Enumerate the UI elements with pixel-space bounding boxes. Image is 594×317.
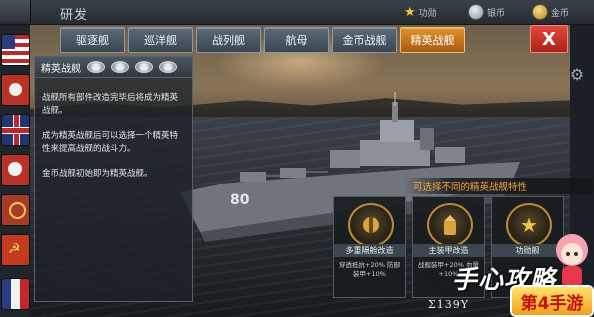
elite-feature-banner: 可选择不同的精英战舰特性 xyxy=(405,178,593,194)
flag-usa[interactable] xyxy=(1,34,30,66)
svg-text:80: 80 xyxy=(230,192,250,208)
info-panel-title: 精英战舰 xyxy=(41,63,81,75)
merit-resource: ★ 功勋 xyxy=(404,3,437,21)
top-bar: 研发 ★ 功勋 银币 金币 xyxy=(0,0,594,25)
page-title: 研发 xyxy=(60,8,89,23)
close-icon: X xyxy=(542,28,556,50)
feature-desc: 穿透抵抗+20% 防御装甲+10% xyxy=(339,261,400,278)
ship-level-icon xyxy=(135,61,153,73)
ship-class-tabs: 驱逐舰 巡洋舰 战列舰 航母 金币战舰 精英战舰 xyxy=(60,26,465,54)
coin-icon xyxy=(468,4,484,20)
flag-uk[interactable] xyxy=(1,114,30,146)
flag-france[interactable] xyxy=(1,278,30,310)
bulkhead-icon xyxy=(348,203,394,247)
info-paragraph: 战舰所有部件改造完毕后将成为精英战舰。 xyxy=(42,93,179,116)
info-paragraph: 成为精英战舰后可以选择一个精英特性来提高战舰的战斗力。 xyxy=(42,131,179,154)
flag-soviet[interactable] xyxy=(1,194,30,226)
gold-label: 金币 xyxy=(551,8,570,19)
ship-level-icon xyxy=(111,61,129,73)
coordinate-readout: Σ139Y xyxy=(428,298,470,311)
ship-level-icon xyxy=(159,61,177,73)
tab-cruiser[interactable]: 巡洋舰 xyxy=(128,27,193,53)
watermark-badge: 第4手游 xyxy=(512,287,592,315)
elite-info-panel: 精英战舰 战舰所有部件改造完毕后将成为精英战舰。 成为精英战舰后可以选择一个精英… xyxy=(34,56,193,302)
flag-china[interactable]: ☭ xyxy=(1,234,30,266)
feature-card-bulkhead[interactable]: 多重隔舱改造 穿透抵抗+20% 防御装甲+10% xyxy=(333,196,406,298)
ship-level-icon xyxy=(87,61,105,73)
gold-icon xyxy=(532,4,548,20)
silver-resource: 银币 xyxy=(468,3,505,21)
tab-elite-ships[interactable]: 精英战舰 xyxy=(400,27,465,53)
nation-sidebar: ☭ xyxy=(0,26,30,317)
armor-shell-icon xyxy=(427,203,473,247)
merit-label: 功勋 xyxy=(418,8,437,19)
tab-carrier[interactable]: 航母 xyxy=(264,27,329,53)
info-paragraph: 金币战舰初始即为精英战舰。 xyxy=(42,169,153,179)
merit-star-icon: ★ xyxy=(506,203,552,247)
gold-resource: 金币 xyxy=(532,3,569,21)
star-icon: ★ xyxy=(404,4,416,20)
feature-label: 主装甲改造 xyxy=(413,244,484,257)
tab-battleship[interactable]: 战列舰 xyxy=(196,27,261,53)
flag-germany[interactable] xyxy=(1,154,30,186)
info-panel-header: 精英战舰 xyxy=(35,57,192,78)
flag-japan[interactable] xyxy=(1,74,30,106)
feature-label: 多重隔舱改造 xyxy=(334,244,405,257)
mascot-image xyxy=(556,234,588,288)
tab-destroyer[interactable]: 驱逐舰 xyxy=(60,27,125,53)
gear-icon[interactable]: ⚙ xyxy=(568,66,586,84)
back-button[interactable] xyxy=(0,0,31,22)
tab-gold-ships[interactable]: 金币战舰 xyxy=(332,27,397,53)
close-button[interactable]: X xyxy=(530,25,568,53)
silver-label: 银币 xyxy=(487,8,506,19)
